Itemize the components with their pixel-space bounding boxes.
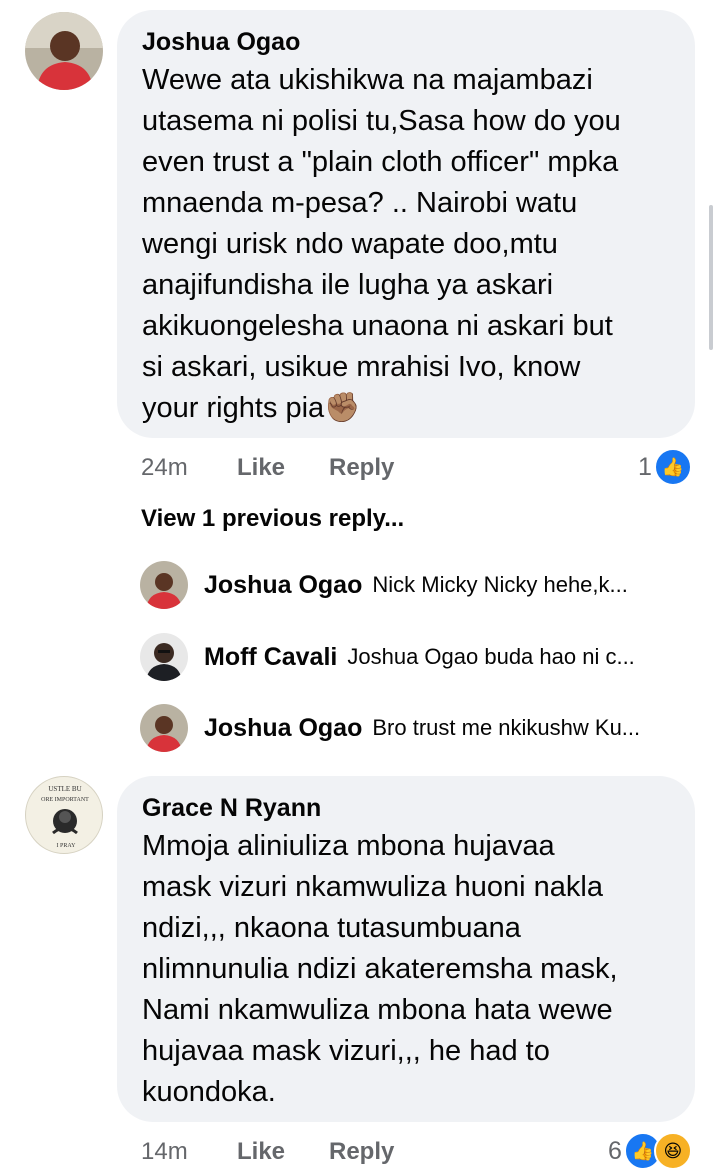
view-previous-replies[interactable]: View 1 previous reply... [141, 505, 404, 533]
comment-time: 14m [141, 1138, 188, 1165]
avatar-joshua-ogao[interactable] [25, 12, 103, 90]
reply-button[interactable]: Reply [329, 1138, 394, 1166]
comment-text: Mmoja aliniuliza mbona hujavaa mask vizu… [142, 830, 618, 1108]
avatar-joshua-ogao[interactable] [140, 704, 188, 752]
avatar-text-top: USTLE BU [48, 785, 81, 793]
avatar-moff-cavali[interactable] [140, 633, 188, 681]
comment-time: 24m [141, 454, 188, 481]
comment-body: Wewe ata ukishikwa na majambazi utasema … [142, 64, 621, 424]
reply-snippet: Bro trust me nkikushw Ku... [372, 715, 641, 740]
reply-item[interactable]: Joshua Ogao Bro trust me nkikushw Ku... [140, 703, 700, 753]
avatar-text-mid: ORE IMPORTANT [41, 797, 89, 803]
comment-meta: 24m Like Reply [141, 454, 701, 486]
avatar-image [140, 633, 188, 681]
haha-reaction-icon: 😆 [653, 1132, 692, 1170]
avatar-image: USTLE BU ORE IMPORTANT I PRAY [41, 785, 89, 849]
like-button[interactable]: Like [237, 1138, 285, 1166]
reply-author[interactable]: Joshua Ogao [204, 571, 362, 600]
reply-author[interactable]: Moff Cavali [204, 643, 337, 672]
reply-snippet: Joshua Ogao buda hao ni c... [347, 644, 635, 669]
avatar-image [25, 12, 103, 90]
like-button[interactable]: Like [237, 454, 285, 482]
comment-bubble: Joshua Ogao Wewe ata ukishikwa na majamb… [117, 10, 695, 438]
reaction-count: 6 [608, 1136, 622, 1165]
comment-bubble: Grace N Ryann Mmoja aliniuliza mbona huj… [117, 776, 695, 1122]
reply-item[interactable]: Moff Cavali Joshua Ogao buda hao ni c... [140, 632, 700, 682]
avatar-image [140, 704, 188, 752]
reply-author[interactable]: Joshua Ogao [204, 714, 362, 743]
avatar-text-bottom: I PRAY [57, 843, 77, 849]
comment-text: Wewe ata ukishikwa na majambazi utasema … [142, 60, 687, 429]
avatar-joshua-ogao[interactable] [140, 561, 188, 609]
comment-author[interactable]: Grace N Ryann [142, 794, 321, 823]
scrollbar[interactable] [709, 205, 713, 350]
reaction-count: 1 [638, 452, 652, 481]
reaction-summary[interactable]: 6 👍 😆 [608, 1132, 692, 1170]
avatar-grace-n-ryann[interactable]: USTLE BU ORE IMPORTANT I PRAY [25, 776, 103, 854]
avatar-image [140, 561, 188, 609]
comment-author[interactable]: Joshua Ogao [142, 28, 300, 57]
fist-emoji: ✊🏽 [324, 392, 361, 424]
like-reaction-icon: 👍 [653, 448, 692, 486]
reply-item[interactable]: Joshua Ogao Nick Micky Nicky hehe,k... [140, 560, 700, 610]
reaction-summary[interactable]: 1 👍 [638, 448, 692, 486]
reply-button[interactable]: Reply [329, 454, 394, 482]
reply-snippet: Nick Micky Nicky hehe,k... [372, 572, 628, 597]
